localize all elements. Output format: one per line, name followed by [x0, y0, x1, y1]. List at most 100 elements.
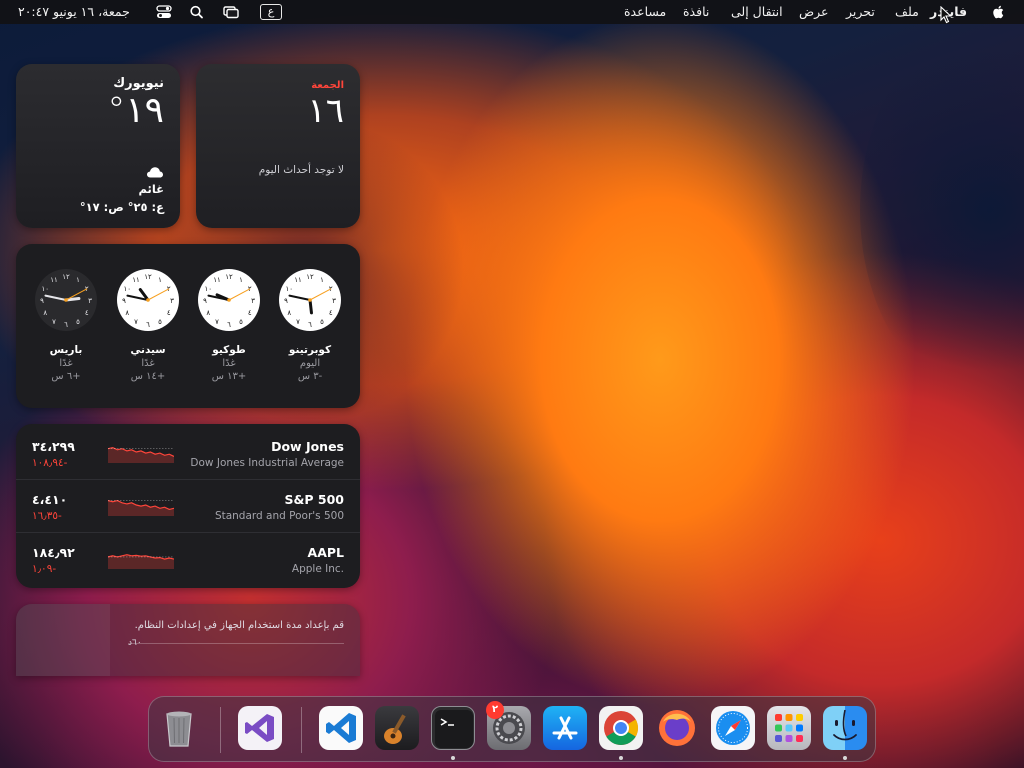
clock-numeral: ١	[239, 276, 243, 284]
screen-mirroring-icon[interactable]	[222, 4, 240, 20]
clock-numeral: ١٠	[123, 285, 131, 293]
clock-numeral: ٩	[203, 297, 207, 305]
clock-numeral: ١٢	[306, 273, 314, 281]
clock-sydney: ١٢١٢٣٤٥٦٧٨٩١٠١١ سيدني غدًا +١٤ س	[116, 268, 180, 382]
clock-numeral: ١١	[50, 276, 58, 284]
stocks-widget[interactable]: Dow Jones Dow Jones Industrial Average ٣…	[16, 424, 360, 588]
spotlight-search-icon[interactable]	[188, 4, 206, 20]
sparkline-area	[108, 500, 174, 516]
menu-window[interactable]: نافذة	[683, 4, 709, 20]
weather-condition: غائم	[138, 182, 164, 196]
visual-studio-icon[interactable]	[238, 706, 282, 750]
clock-paris: ١٢١٢٣٤٥٦٧٨٩١٠١١ باريس غدًا +٦ س	[34, 268, 98, 382]
chrome-icon[interactable]	[599, 706, 643, 750]
calendar-date: ١٦	[307, 91, 344, 131]
clock-numeral: ٣	[170, 297, 174, 305]
clock-numeral: ٣	[251, 297, 255, 305]
clock-numeral: ٦	[227, 321, 231, 329]
stock-price: ٤،٤١٠	[32, 492, 68, 507]
menu-bar: فايندر ملف تحرير عرض انتقال إلى نافذة مس…	[0, 0, 1024, 24]
clock-center-pin	[146, 298, 150, 302]
menu-help[interactable]: مساعدة	[624, 4, 666, 20]
clock-center-pin	[227, 298, 231, 302]
app-running-indicator	[619, 756, 623, 760]
analog-clock-face: ١٢١٢٣٤٥٦٧٨٩١٠١١	[279, 269, 341, 331]
clock-city-name: طوكيو	[212, 344, 246, 356]
menu-view[interactable]: عرض	[799, 4, 828, 20]
finder-icon[interactable]	[823, 706, 867, 750]
weather-city: نيويورك	[113, 76, 164, 91]
stock-row[interactable]: S&P 500 Standard and Poor's 500 ٤،٤١٠ -١…	[16, 480, 360, 533]
clock-numeral: ١٠	[285, 285, 293, 293]
safari-icon[interactable]	[711, 706, 755, 750]
stock-price: ١٨٤٫٩٢	[32, 545, 75, 560]
dock-separator	[220, 707, 221, 753]
analog-clock-face: ١٢١٢٣٤٥٦٧٨٩١٠١١	[35, 269, 97, 331]
menu-go[interactable]: انتقال إلى	[731, 4, 783, 20]
clock-numeral: ٤	[329, 309, 333, 317]
calendar-day-name: الجمعة	[311, 80, 344, 91]
wallpaper-shadow	[860, 20, 1024, 400]
clock-numeral: ٣	[88, 297, 92, 305]
clock-numeral: ٧	[296, 318, 300, 326]
firefox-icon[interactable]	[655, 706, 699, 750]
menu-file[interactable]: ملف	[895, 4, 919, 20]
clock-numeral: ٨	[125, 309, 129, 317]
stock-sparkline	[108, 554, 174, 569]
clock-numeral: ٥	[158, 318, 162, 326]
launchpad-icon[interactable]	[767, 706, 811, 750]
clock-numeral: ١١	[294, 276, 302, 284]
clock-numeral: ٣	[332, 297, 336, 305]
apple-logo-icon[interactable]	[990, 4, 1008, 20]
clock-numeral: ١	[158, 276, 162, 284]
clock-city-name: سيدني	[130, 344, 166, 356]
clock-numeral: ٤	[248, 309, 252, 317]
clock-numeral: ١٢	[144, 273, 152, 281]
stock-name: Apple Inc.	[291, 563, 344, 575]
calendar-no-events: لا توجد أحداث اليوم	[258, 164, 344, 176]
weather-widget[interactable]: نيويورك ١٩° غائم ع: ٢٥° ص: ١٧°	[16, 64, 180, 228]
stock-row[interactable]: Dow Jones Dow Jones Industrial Average ٣…	[16, 427, 360, 480]
screen-time-axis-label: ٦٠د	[128, 638, 142, 648]
clock-numeral: ٤	[85, 309, 89, 317]
terminal-icon[interactable]	[431, 706, 475, 750]
mouse-pointer-icon	[940, 6, 952, 24]
clock-numeral: ٦	[308, 321, 312, 329]
trash-icon[interactable]	[157, 706, 201, 750]
app-store-icon[interactable]	[543, 706, 587, 750]
input-source-indicator[interactable]: ع	[260, 4, 282, 20]
menu-bar-clock[interactable]: جمعة، ١٦ يونيو ٢٠:٤٧	[18, 4, 130, 20]
calendar-widget[interactable]: الجمعة ١٦ لا توجد أحداث اليوم	[196, 64, 360, 228]
clock-numeral: ١٠	[204, 285, 212, 293]
clock-numeral: ٨	[287, 309, 291, 317]
clock-tokyo: ١٢١٢٣٤٥٦٧٨٩١٠١١ طوكيو غدًا +١٣ س	[197, 268, 261, 382]
stock-row[interactable]: AAPL Apple Inc. ١٨٤٫٩٢ -١٫٠٩	[16, 533, 360, 586]
world-clock-widget[interactable]: ١٢١٢٣٤٥٦٧٨٩١٠١١ كوبرتينو اليوم -٣ س ١٢١٢…	[16, 244, 360, 408]
menu-edit[interactable]: تحرير	[846, 4, 875, 20]
control-center-icon[interactable]	[155, 4, 173, 20]
stock-symbol: AAPL	[307, 545, 344, 560]
clock-numeral: ٧	[215, 318, 219, 326]
clock-day-label: غدًا	[141, 358, 155, 369]
stock-change: -١٦٫٣٥	[32, 510, 62, 522]
weather-high-low: ع: ٢٥° ص: ١٧°	[79, 200, 164, 214]
garageband-icon[interactable]	[375, 706, 419, 750]
clock-offset: +٦ س	[51, 371, 81, 382]
clock-numeral: ١٢	[62, 273, 70, 281]
clock-city-name: كوبرتينو	[288, 344, 332, 356]
clock-numeral: ١١	[132, 276, 140, 284]
clock-numeral: ١	[320, 276, 324, 284]
clock-day-label: غدًا	[222, 358, 236, 369]
stock-sparkline	[108, 499, 174, 516]
stock-name: Standard and Poor's 500	[214, 510, 344, 522]
clock-numeral: ٦	[146, 321, 150, 329]
screen-time-widget[interactable]: قم بإعداد مدة استخدام الجهاز في إعدادات …	[16, 604, 360, 676]
vscode-icon[interactable]	[319, 706, 363, 750]
notification-badge: ٢	[486, 701, 504, 719]
clock-center-pin	[64, 298, 68, 302]
stock-change: -١٫٠٩	[32, 563, 57, 575]
screen-time-message: قم بإعداد مدة استخدام الجهاز في إعدادات …	[134, 620, 344, 631]
clock-offset: +١٤ س	[130, 371, 166, 382]
clock-day-label: غدًا	[59, 358, 73, 369]
clock-numeral: ٩	[40, 297, 44, 305]
